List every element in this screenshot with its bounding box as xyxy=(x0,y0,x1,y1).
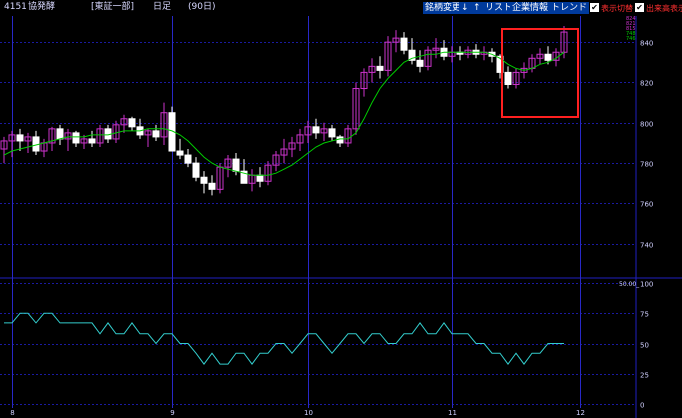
price-tick-label: 780 xyxy=(640,161,653,169)
candle-body xyxy=(416,59,424,67)
candle-body xyxy=(176,150,184,156)
candle-body xyxy=(208,182,216,190)
oscillator-line xyxy=(4,312,564,365)
x-tick-label: 12 xyxy=(576,409,585,417)
candle-body xyxy=(400,37,408,51)
legend-value: 746 xyxy=(626,36,636,42)
price-tick-label: 840 xyxy=(640,40,653,48)
oscillator-tick-label: 0 xyxy=(640,402,644,410)
chart-area: 740 760 780 800 820 840 0 25 50 75 10050.00_ 8 9 10 11… xyxy=(0,16,682,418)
price-tick-label: 820 xyxy=(640,80,653,88)
oscillator-level-label: 50.00_ xyxy=(619,281,640,288)
x-tick-label: 9 xyxy=(170,409,174,417)
candle-body xyxy=(152,130,160,138)
candle-body xyxy=(128,118,136,128)
candle-body xyxy=(192,162,200,178)
x-tick-label: 8 xyxy=(10,409,14,417)
candle-body xyxy=(544,53,552,61)
oscillator-tick-label: 75 xyxy=(640,311,649,319)
oscillator-tick-label: 25 xyxy=(640,372,649,380)
candle-body xyxy=(72,132,80,144)
price-tick-label: 760 xyxy=(640,201,653,209)
candle-body xyxy=(16,134,24,142)
grid xyxy=(0,16,682,418)
candle-body xyxy=(88,138,96,144)
price-tick-label: 740 xyxy=(640,242,653,250)
candle-body xyxy=(328,128,336,138)
oscillator-series xyxy=(4,312,564,365)
candle-body xyxy=(184,154,192,164)
candlestick-series xyxy=(0,26,568,196)
x-tick-label: 10 xyxy=(304,409,313,417)
candle-body xyxy=(376,65,384,71)
axis-labels: 740 760 780 800 820 840 0 25 50 75 10050.00_ 8 9 10 11… xyxy=(10,16,653,417)
candle-body xyxy=(504,71,512,85)
candle-body xyxy=(232,158,240,172)
oscillator-tick-label: 50 xyxy=(640,342,649,350)
price-tick-label: 800 xyxy=(640,121,653,129)
candle-body xyxy=(56,128,64,140)
candle-body xyxy=(256,174,264,182)
candle-body xyxy=(312,126,320,134)
x-tick-label: 11 xyxy=(448,409,457,417)
oscillator-tick-label: 100 xyxy=(640,281,653,289)
candle-body xyxy=(200,176,208,184)
